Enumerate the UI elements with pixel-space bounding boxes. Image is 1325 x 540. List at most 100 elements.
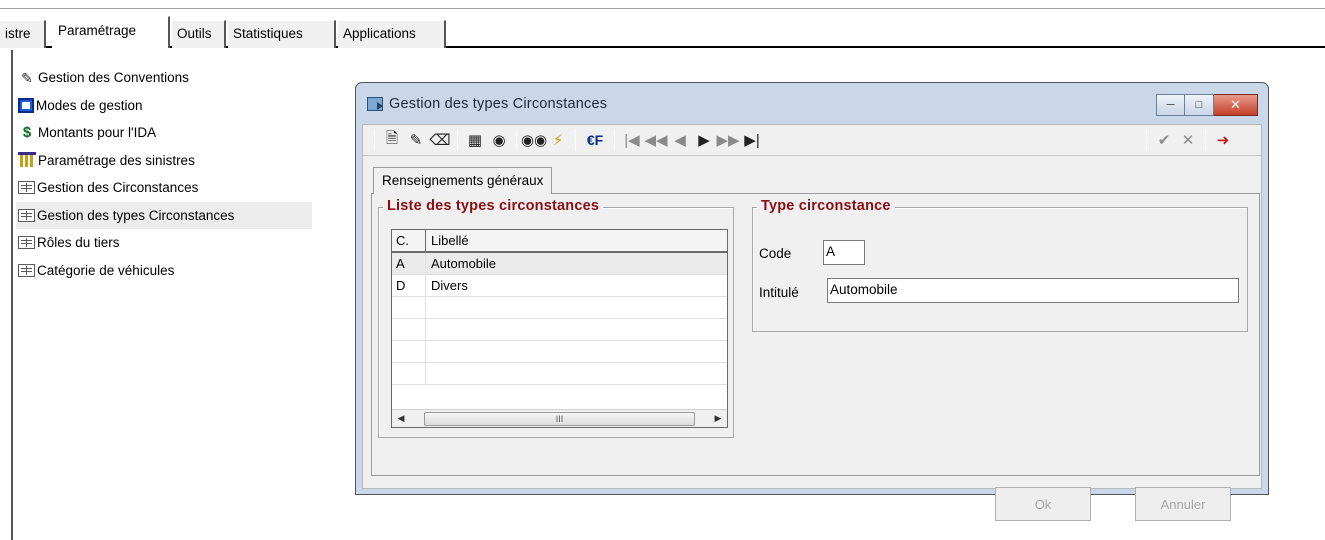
euro-franc-icon: €F	[586, 132, 604, 148]
horizontal-scrollbar[interactable]: ◀ III ▶	[392, 409, 727, 427]
new-document-button[interactable]: 🗎	[380, 128, 404, 152]
currency-button[interactable]: €F	[581, 128, 609, 152]
tree-item-gestion-circonstances[interactable]: Gestion des Circonstances	[16, 174, 312, 202]
edit-button[interactable]: ✎	[404, 128, 428, 152]
empty-row[interactable]	[392, 363, 727, 385]
grid-header: C. Libellé	[392, 230, 727, 253]
erase-button[interactable]: ⌫	[428, 128, 452, 152]
tree-item-parametrage-sinistres[interactable]: Paramétrage des sinistres	[16, 147, 312, 175]
maximize-icon: □	[1195, 99, 1203, 111]
next-record-button[interactable]: ▶	[692, 128, 716, 152]
toolbar-separator	[1146, 129, 1147, 151]
annuler-button[interactable]: Annuler	[1135, 487, 1231, 521]
dialog-titlebar[interactable]: Gestion des types Circonstances ─ □ ✕	[362, 83, 1262, 124]
first-icon: |◀	[624, 132, 640, 149]
cell-libelle: Automobile	[431, 256, 497, 271]
checkmark-icon: ✔	[1157, 132, 1171, 149]
prev-record-button[interactable]: ◀	[668, 128, 692, 152]
fast-back-icon: ◀◀	[644, 132, 668, 149]
minimize-button[interactable]: ─	[1156, 94, 1185, 116]
lightning-button[interactable]: ⚡	[546, 128, 570, 152]
fast-back-button[interactable]: ◀◀	[644, 128, 668, 152]
maximize-button[interactable]: □	[1185, 94, 1214, 116]
close-button[interactable]: ✕	[1214, 94, 1258, 116]
cancel-edit-button[interactable]: ✕	[1176, 128, 1200, 152]
code-field[interactable]: A	[823, 240, 865, 265]
lightning-icon: ⚡	[552, 132, 564, 149]
parametrage-tree: ✎ Gestion des Conventions Modes de gesti…	[16, 64, 312, 284]
column-header-code[interactable]: C.	[392, 230, 426, 251]
window-icon	[367, 96, 383, 111]
cell-libelle: Divers	[431, 278, 468, 293]
scroll-left-icon[interactable]: ◀	[392, 413, 410, 424]
tab-statistiques[interactable]: Statistiques	[228, 20, 336, 48]
empty-row[interactable]	[392, 297, 727, 319]
list-icon	[18, 208, 35, 222]
tree-item-modes-gestion[interactable]: Modes de gestion	[16, 92, 312, 120]
handshake-icon: ✎	[21, 69, 33, 86]
intitule-field[interactable]: Automobile	[827, 278, 1239, 303]
floppy-icon	[18, 97, 34, 113]
tab-outils[interactable]: Outils	[172, 20, 226, 48]
minimize-icon: ─	[1166, 99, 1175, 111]
tree-item-montants-ida[interactable]: $ Montants pour l'IDA	[16, 119, 312, 147]
close-icon: ✕	[1230, 97, 1241, 112]
dollar-icon: $	[22, 123, 32, 141]
scroll-right-icon[interactable]: ▶	[709, 413, 727, 424]
tab-panel: Liste des types circonstances C. Libellé…	[371, 193, 1260, 476]
tab-parametrage[interactable]: Paramétrage	[52, 16, 170, 48]
calendar-button[interactable]: ▦	[463, 128, 487, 152]
window-buttons: ─ □ ✕	[1156, 94, 1258, 116]
scroll-thumb[interactable]: III	[424, 411, 695, 426]
tab-renseignements-generaux[interactable]: Renseignements généraux	[373, 167, 553, 194]
pillar-icon	[18, 152, 36, 168]
toolbar-separator	[575, 129, 576, 151]
tree-item-types-circonstances[interactable]: Gestion des types Circonstances	[16, 201, 312, 229]
column-header-libelle[interactable]: Libellé	[426, 230, 727, 251]
toolbar-separator	[614, 129, 615, 151]
validate-button[interactable]: ✔	[1152, 128, 1176, 152]
exit-button[interactable]: ➜	[1211, 128, 1235, 152]
tree-item-conventions[interactable]: ✎ Gestion des Conventions	[16, 64, 312, 92]
detail-group-title: Type circonstance	[757, 198, 895, 214]
first-record-button[interactable]: |◀	[620, 128, 644, 152]
pencil-icon: ✎	[409, 132, 423, 149]
camera-icon: ◉	[492, 132, 506, 149]
tree-item-categorie-vehicules[interactable]: Catégorie de véhicules	[16, 257, 312, 285]
tab-sinistre[interactable]: istre	[0, 20, 46, 48]
intitule-label: Intitulé	[759, 285, 799, 300]
tab-applications[interactable]: Applications	[338, 20, 446, 48]
prev-icon: ◀	[674, 132, 686, 149]
list-types-group: Liste des types circonstances C. Libellé…	[378, 198, 734, 438]
new-document-icon: 🗎	[385, 129, 399, 147]
binoculars-icon: ◉◉	[520, 132, 548, 149]
types-grid[interactable]: C. Libellé A Automobile D Divers ◀ III ▶	[391, 229, 728, 428]
empty-row[interactable]	[392, 319, 727, 341]
dialog-client-area: 🗎 ✎ ⌫ ▦ ◉ ◉◉ ⚡ €F |◀ ◀◀ ◀ ▶ ▶▶ ▶| ✔ ✕ ➜	[362, 124, 1262, 521]
last-icon: ▶|	[744, 132, 760, 149]
cell-code: A	[392, 253, 426, 274]
types-circonstances-dialog: Gestion des types Circonstances ─ □ ✕ 🗎 …	[355, 82, 1269, 521]
empty-row[interactable]	[392, 341, 727, 363]
tree-item-roles-tiers[interactable]: Rôles du tiers	[16, 229, 312, 257]
fast-forward-button[interactable]: ▶▶	[716, 128, 740, 152]
cell-code: D	[392, 275, 426, 296]
dialog-title: Gestion des types Circonstances	[389, 95, 608, 112]
next-icon: ▶	[698, 132, 710, 149]
code-label: Code	[759, 246, 792, 261]
list-icon	[18, 236, 35, 250]
last-record-button[interactable]: ▶|	[740, 128, 764, 152]
calendar-icon: ▦	[467, 132, 483, 149]
camera-button[interactable]: ◉	[487, 128, 511, 152]
cross-icon: ✕	[1181, 132, 1195, 149]
exit-door-icon: ➜	[1216, 132, 1230, 149]
list-icon	[18, 263, 35, 277]
record-toolbar: 🗎 ✎ ⌫ ▦ ◉ ◉◉ ⚡ €F |◀ ◀◀ ◀ ▶ ▶▶ ▶| ✔ ✕ ➜	[363, 125, 1261, 156]
table-row[interactable]: A Automobile	[392, 253, 727, 275]
window-top-edge	[0, 0, 1325, 9]
search-button[interactable]: ◉◉	[520, 128, 548, 152]
table-row[interactable]: D Divers	[392, 275, 727, 297]
fast-forward-icon: ▶▶	[716, 132, 740, 149]
toolbar-separator	[457, 129, 458, 151]
ok-button[interactable]: Ok	[995, 487, 1091, 521]
